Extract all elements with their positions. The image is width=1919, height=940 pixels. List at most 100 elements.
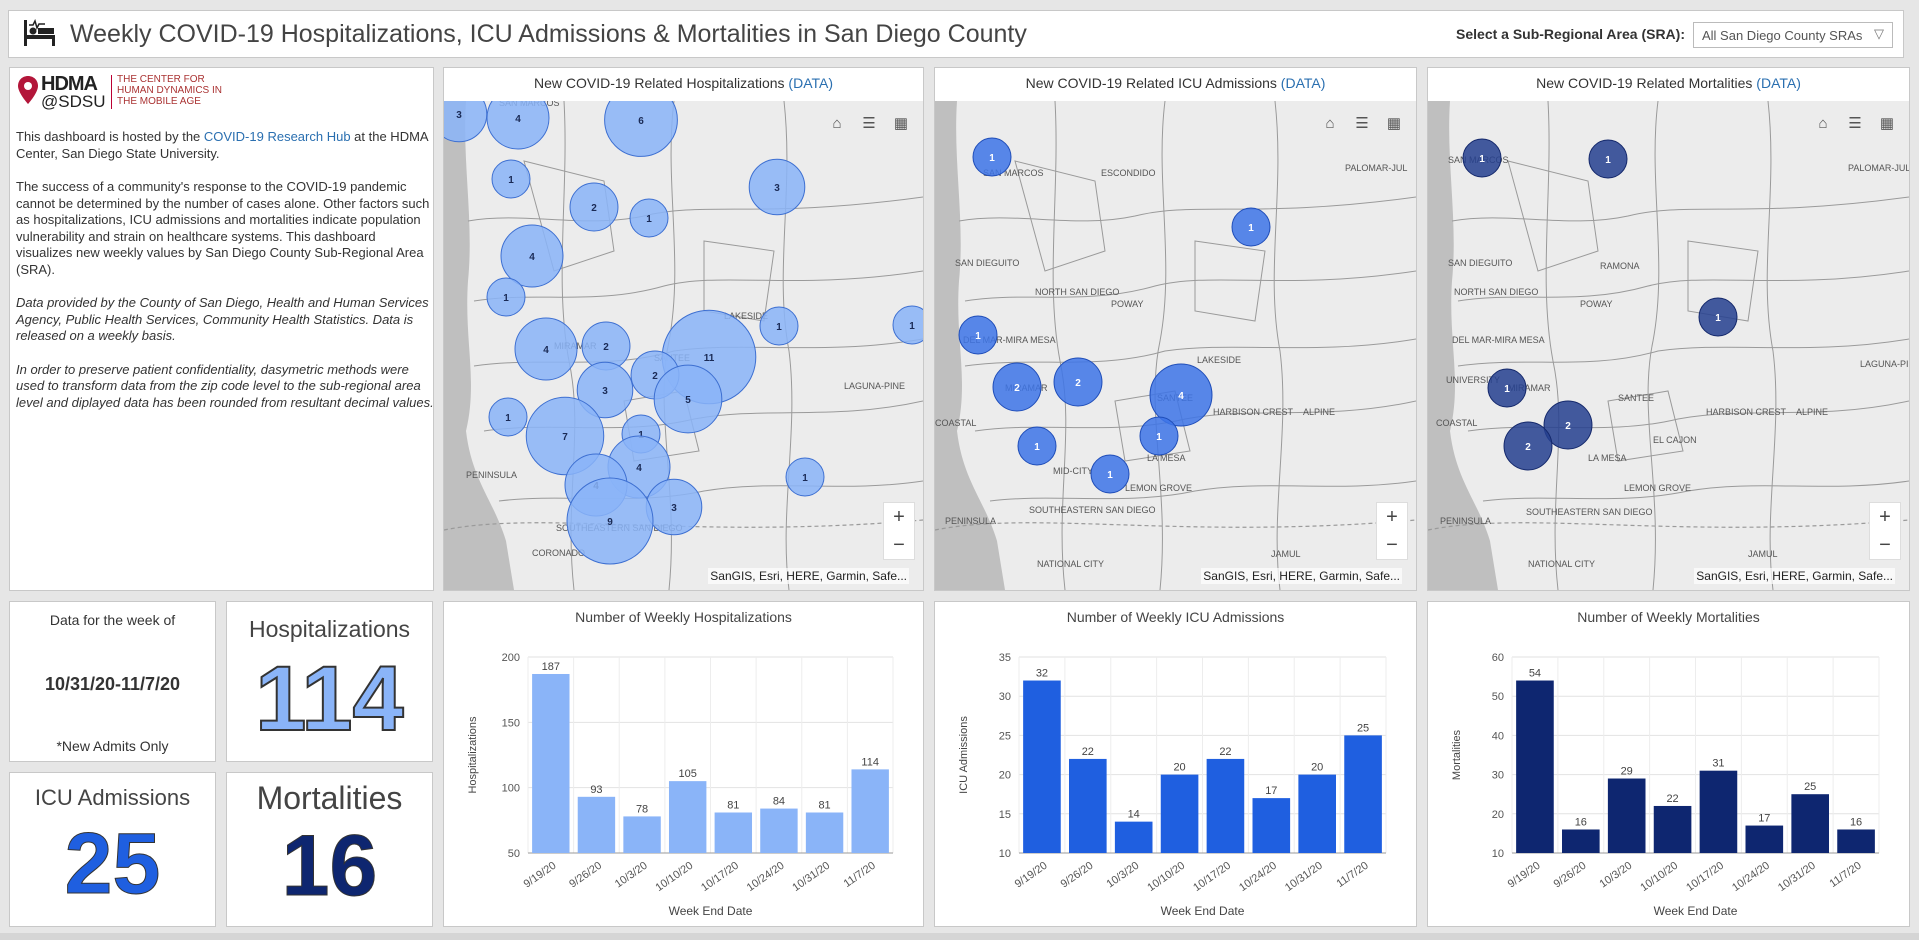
map-bubble[interactable]: 3	[748, 158, 806, 216]
x-tick-label: 10/31/20	[1776, 860, 1818, 894]
map-place-label: SAN DIEGUITO	[955, 258, 1019, 268]
y-tick-label: 30	[999, 691, 1011, 703]
map-canvas[interactable]: SAN MARCOS ESCONDIDO PALOMAR-JULSAN DIEGUI…	[935, 101, 1416, 590]
bar[interactable]	[1562, 829, 1600, 853]
bar[interactable]	[1252, 798, 1291, 853]
basemap-gallery-icon[interactable]: ▦	[1875, 112, 1899, 136]
map-place-label: LAKESIDE	[1197, 355, 1241, 365]
map-bubble[interactable]: 1	[488, 397, 528, 437]
map-bubble[interactable]: 1	[491, 159, 531, 199]
map-bubble[interactable]: 1	[629, 198, 669, 238]
bar[interactable]	[760, 808, 798, 853]
svg-text:1: 1	[975, 331, 981, 342]
map-bubble[interactable]: 1	[1231, 207, 1271, 247]
bar[interactable]	[1699, 770, 1738, 853]
legend-list-icon[interactable]: ☰	[857, 112, 881, 136]
bar[interactable]	[1114, 821, 1153, 853]
map-place-label: LA MESA	[1588, 453, 1627, 463]
research-hub-link[interactable]: COVID-19 Research Hub	[204, 129, 351, 144]
map-hospitalizations[interactable]: New COVID-19 Related Hospitalizations (D…	[443, 67, 924, 591]
map-attribution[interactable]: SanGIS, Esri, HERE, Garmin, Safe...	[1694, 568, 1895, 584]
map-canvas[interactable]: SAN MARCOSMIRAMARSANTEELAKESIDELAGUNA-PI…	[444, 101, 923, 590]
bar[interactable]	[1516, 680, 1554, 853]
sra-select-value: All San Diego County SRAs	[1702, 28, 1863, 43]
map-bubble[interactable]: 1	[1487, 368, 1527, 408]
map-bubble[interactable]: 1	[1139, 416, 1179, 456]
zoom-out-button[interactable]: −	[1377, 531, 1407, 559]
svg-text:2: 2	[591, 203, 597, 214]
bar[interactable]	[1745, 825, 1784, 853]
map-bubble[interactable]: 1	[1588, 139, 1628, 179]
map-bubble[interactable]: 1	[1698, 297, 1738, 337]
dashboard-header: Weekly COVID-19 Hospitalizations, ICU Ad…	[8, 10, 1904, 58]
bar[interactable]	[1607, 778, 1646, 853]
bar[interactable]	[1023, 680, 1061, 853]
map-place-label: LEMON GROVE	[1624, 483, 1691, 493]
svg-text:1: 1	[1715, 313, 1721, 324]
sra-select[interactable]: All San Diego County SRAs ▽	[1693, 22, 1893, 48]
map-bubble[interactable]: 1	[759, 306, 799, 346]
map-place-label: NORTH SAN DIEGO	[1035, 287, 1119, 297]
map-bubble[interactable]: 1	[1090, 454, 1130, 494]
bar[interactable]	[714, 812, 753, 853]
map-bubble[interactable]: 2	[569, 182, 619, 232]
map-bubble[interactable]: 2	[1503, 421, 1553, 471]
bar[interactable]	[532, 673, 570, 853]
bar[interactable]	[805, 812, 844, 853]
map-data-link[interactable]: (DATA)	[788, 75, 833, 91]
bar[interactable]	[1791, 794, 1829, 853]
legend-list-icon[interactable]: ☰	[1843, 112, 1867, 136]
map-place-label: COASTAL	[935, 418, 976, 428]
bar[interactable]	[1344, 735, 1382, 853]
bar-value-label: 114	[861, 756, 879, 768]
map-bubble[interactable]: 1	[785, 457, 825, 497]
map-bubble[interactable]: 3	[645, 478, 703, 536]
legend-list-icon[interactable]: ☰	[1350, 112, 1374, 136]
map-place-label: SANTEE	[1618, 393, 1654, 403]
map-bubble[interactable]: 1	[958, 315, 998, 355]
map-data-link[interactable]: (DATA)	[1281, 75, 1326, 91]
bar[interactable]	[577, 796, 616, 853]
map-bubble[interactable]: 4	[514, 317, 578, 381]
bar[interactable]	[1069, 758, 1107, 853]
bar[interactable]	[1160, 774, 1199, 853]
map-pin-icon	[18, 76, 38, 104]
bar[interactable]	[1837, 829, 1875, 853]
map-attribution[interactable]: SanGIS, Esri, HERE, Garmin, Safe...	[708, 568, 909, 584]
svg-text:1: 1	[989, 153, 995, 164]
basemap-gallery-icon[interactable]: ▦	[889, 112, 913, 136]
map-bubble[interactable]: 9	[566, 477, 654, 565]
home-icon[interactable]: ⌂	[825, 112, 849, 136]
zoom-in-button[interactable]: +	[1870, 503, 1900, 531]
map-attribution[interactable]: SanGIS, Esri, HERE, Garmin, Safe...	[1201, 568, 1402, 584]
bar[interactable]	[1653, 805, 1692, 853]
basemap-gallery-icon[interactable]: ▦	[1382, 112, 1406, 136]
map-bubble[interactable]: 1	[972, 137, 1012, 177]
map-bubble[interactable]: 1	[1462, 138, 1502, 178]
bar[interactable]	[668, 781, 707, 853]
map-bubble[interactable]: 2	[1053, 357, 1103, 407]
bar[interactable]	[1206, 758, 1245, 853]
map-bubble[interactable]: 2	[992, 362, 1042, 412]
bar[interactable]	[623, 816, 661, 853]
map-mortalities[interactable]: New COVID-19 Related Mortalities (DATA) S…	[1427, 67, 1910, 591]
map-icu-admissions[interactable]: New COVID-19 Related ICU Admissions (DAT…	[934, 67, 1417, 591]
home-icon[interactable]: ⌂	[1811, 112, 1835, 136]
map-canvas[interactable]: SAN MARCOSPALOMAR-JULSAN DIEGUITORAMONAN…	[1428, 101, 1909, 590]
map-data-link[interactable]: (DATA)	[1756, 75, 1801, 91]
map-bubble[interactable]: 5	[653, 364, 723, 434]
bar[interactable]	[851, 769, 889, 853]
bar[interactable]	[1298, 774, 1336, 853]
home-icon[interactable]: ⌂	[1318, 112, 1342, 136]
zoom-out-button[interactable]: −	[884, 531, 914, 559]
zoom-out-button[interactable]: −	[1870, 531, 1900, 559]
map-bubble[interactable]: 1	[1017, 426, 1057, 466]
map-place-label: EL CAJON	[1653, 435, 1697, 445]
chart-mortalities: Number of Weekly Mortalities 10 20 30 40 50 60…	[1427, 601, 1910, 927]
map-bubble[interactable]: 1	[486, 277, 526, 317]
zoom-in-button[interactable]: +	[1377, 503, 1407, 531]
x-tick-label: 10/17/20	[1684, 860, 1726, 894]
map-bubble[interactable]: 4	[500, 224, 564, 288]
x-tick-label: 10/10/20	[1638, 860, 1680, 894]
zoom-in-button[interactable]: +	[884, 503, 914, 531]
